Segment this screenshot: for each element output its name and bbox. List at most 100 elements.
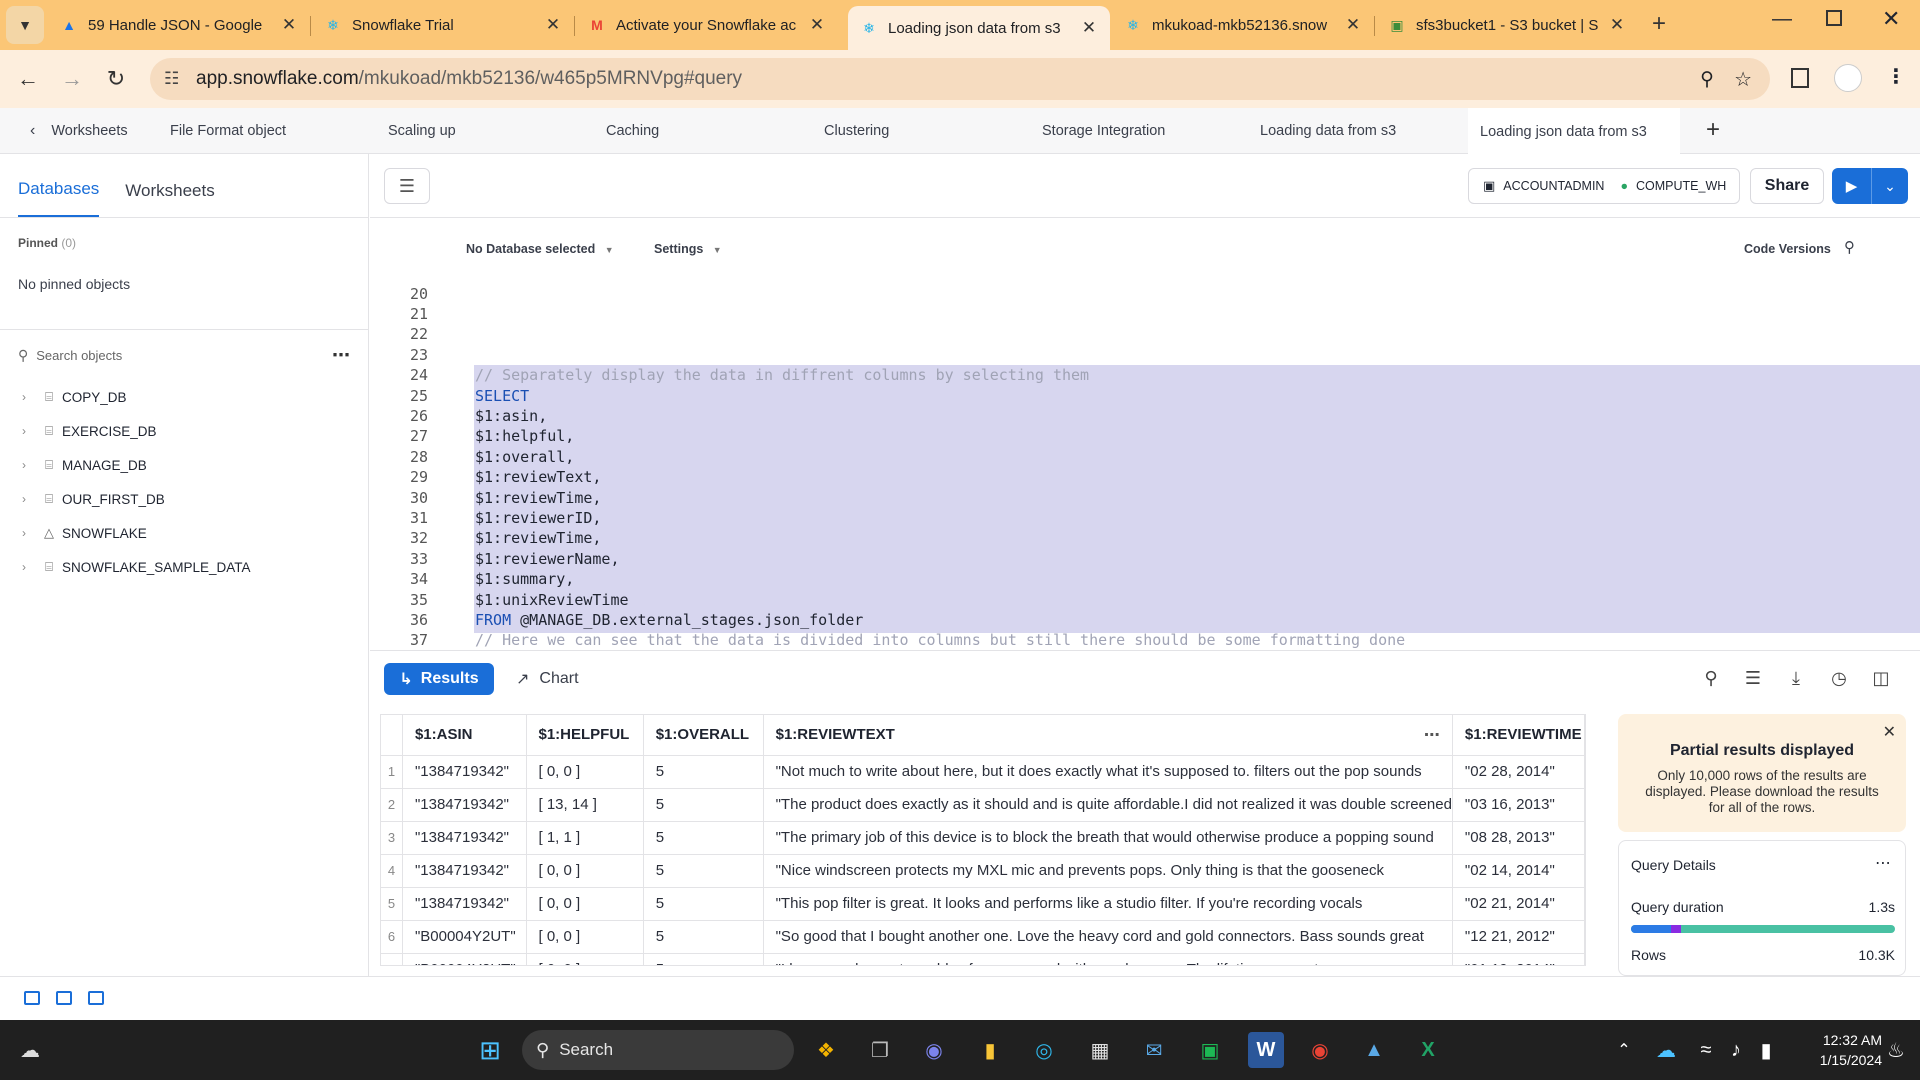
close-icon[interactable]: ✕ (1883, 722, 1896, 742)
table-row[interactable]: 1 "1384719342"[ 0, 0 ] 5 "Not much to write… (381, 755, 1585, 789)
worksheet-tab[interactable]: Loading data from s3 (1260, 108, 1396, 154)
tab-worksheets[interactable]: Worksheets (125, 181, 214, 217)
browser-tab[interactable]: ▲ 59 Handle JSON - Google ✕ (48, 7, 310, 43)
more-options-icon[interactable]: ⋯ (332, 345, 350, 366)
close-tab-icon[interactable]: ✕ (544, 15, 562, 35)
close-tab-icon[interactable]: ✕ (280, 15, 298, 35)
mail-icon[interactable]: ✉ (1136, 1032, 1172, 1068)
table-row[interactable]: 2 "1384719342"[ 13, 14 ] 5 "The product doe… (381, 788, 1585, 822)
worksheet-tab[interactable]: File Format object (170, 108, 286, 154)
bookmark-star-icon[interactable]: ☆ (1734, 67, 1752, 92)
add-worksheet-icon[interactable]: + (1706, 116, 1720, 144)
search-results-icon[interactable]: ⚲ (1698, 665, 1724, 691)
chevron-right-icon[interactable]: › (22, 458, 36, 472)
columns-icon[interactable]: ☰ (1740, 665, 1766, 691)
taskbar-search[interactable]: ⚲ Search (522, 1030, 794, 1070)
new-tab-icon[interactable]: + (1652, 10, 1666, 38)
store-icon[interactable]: ▦ (1082, 1032, 1118, 1068)
task-view-icon[interactable]: ❐ (862, 1032, 898, 1068)
start-menu-icon[interactable]: ⊞ (472, 1032, 508, 1068)
chevron-right-icon[interactable]: › (22, 560, 36, 574)
worksheet-tab[interactable]: Scaling up (388, 108, 456, 154)
close-tab-icon[interactable]: ✕ (1080, 18, 1098, 38)
chevron-right-icon[interactable]: › (22, 424, 36, 438)
history-icon[interactable]: ◷ (1826, 665, 1852, 691)
download-icon[interactable]: ⤓ (1783, 665, 1809, 691)
show-hidden-icons-icon[interactable]: ⌃ (1606, 1032, 1642, 1068)
close-window-icon[interactable]: ✕ (1882, 6, 1900, 32)
column-menu-icon[interactable]: ⋯ (1424, 725, 1440, 745)
worksheet-tab[interactable]: Loading json data from s3 (1468, 108, 1680, 154)
notification-bell-icon[interactable]: ♨ (1878, 1032, 1914, 1068)
browser-tab[interactable]: ❄ Loading json data from s3 ✕ (848, 6, 1110, 50)
sql-editor[interactable]: 20 21 22 23 24 // Separately display the data… (370, 282, 1920, 650)
database-selector[interactable]: No Database selected ▼ (466, 242, 614, 256)
restore-icon[interactable] (1826, 10, 1842, 26)
browser-menu-icon[interactable]: ⋮ (1886, 64, 1906, 89)
table-row[interactable]: 7"B00004Y2UT"[ 0, 0 ]5"I have used monst… (381, 953, 1585, 965)
filter-settings-button[interactable]: ☰ (384, 168, 430, 204)
toggle-panel-icon[interactable]: ◫ (1868, 665, 1894, 691)
code-versions-button[interactable]: Code Versions (1744, 242, 1831, 256)
role-warehouse-selector[interactable]: ▣ ACCOUNTADMIN ● COMPUTE_WH (1468, 168, 1740, 204)
tab-databases[interactable]: Databases (18, 179, 100, 217)
photos-icon[interactable]: ▲ (1356, 1032, 1392, 1068)
column-header[interactable]: $1:OVERALL (643, 715, 764, 756)
column-header[interactable]: $1:HELPFUL (526, 715, 644, 756)
copilot-icon[interactable]: ❖ (808, 1032, 844, 1068)
database-item[interactable]: › ⌸ MANAGE_DB (0, 448, 368, 482)
browser-tab[interactable]: ❄ Snowflake Trial ✕ (312, 7, 574, 43)
browser-tab[interactable]: M Activate your Snowflake ac ✕ (576, 7, 838, 43)
run-options-chevron-icon[interactable]: ⌄ (1872, 168, 1908, 204)
column-header[interactable]: $1:REVIEWTIME (1452, 715, 1585, 756)
worksheets-back-button[interactable]: ‹ Worksheets (30, 108, 128, 154)
worksheet-tab[interactable]: Clustering (824, 108, 889, 154)
database-item[interactable]: › ⌸ COPY_DB (0, 380, 368, 414)
browser-tab[interactable]: ▣ sfs3bucket1 - S3 bucket | S ✕ (1376, 7, 1638, 43)
results-tab[interactable]: ↳ Results (384, 663, 494, 695)
chevron-right-icon[interactable]: › (22, 390, 36, 404)
chevron-right-icon[interactable]: › (22, 492, 36, 506)
layout-left-icon[interactable] (24, 991, 40, 1005)
column-header[interactable]: $1:REVIEWTEXT ⋯ (763, 715, 1453, 756)
close-tab-icon[interactable]: ✕ (808, 15, 826, 35)
worksheet-tab[interactable]: Storage Integration (1042, 108, 1165, 154)
table-row[interactable]: 5 "1384719342"[ 0, 0 ] 5 "This pop filter i… (381, 887, 1585, 921)
battery-icon[interactable]: ▮ (1748, 1032, 1784, 1068)
results-grid[interactable]: $1:ASIN $1:HELPFUL $1:OVERALL $1:REVIEWTEXT… (380, 714, 1586, 966)
database-item[interactable]: › ⌸ OUR_FIRST_DB (0, 482, 368, 516)
browser-tab[interactable]: ❄ mkukoad-mkb52136.snow ✕ (1112, 7, 1374, 43)
chat-icon[interactable]: ▣ (1192, 1032, 1228, 1068)
reload-icon[interactable]: ↻ (96, 59, 136, 99)
database-item[interactable]: › ⌸ EXERCISE_DB (0, 414, 368, 448)
layout-top-icon[interactable] (56, 991, 72, 1005)
weather-icon[interactable]: ☁ (12, 1032, 48, 1068)
close-tab-icon[interactable]: ✕ (1608, 15, 1626, 35)
profile-avatar[interactable] (1834, 64, 1862, 92)
forward-arrow-icon[interactable]: → (52, 59, 92, 99)
chevron-right-icon[interactable]: › (22, 526, 36, 540)
worksheet-tab[interactable]: Caching (606, 108, 659, 154)
file-explorer-icon[interactable]: ▮ (972, 1032, 1008, 1068)
word-icon[interactable]: W (1248, 1032, 1284, 1068)
close-tab-icon[interactable]: ✕ (1344, 15, 1362, 35)
table-row[interactable]: 6 "B00004Y2UT"[ 0, 0 ] 5 "So good that I bo… (381, 920, 1585, 954)
layout-bottom-icon[interactable] (88, 991, 104, 1005)
zoom-icon[interactable]: ⚲ (1700, 68, 1714, 91)
share-button[interactable]: Share (1750, 168, 1824, 204)
search-objects[interactable]: ⚲ Search objects ⋯ (0, 330, 368, 380)
settings-selector[interactable]: Settings ▼ (654, 242, 722, 256)
site-settings-icon[interactable]: ☷ (164, 69, 179, 89)
minimize-icon[interactable]: — (1772, 8, 1792, 31)
database-item[interactable]: › ⌸ SNOWFLAKE_SAMPLE_DATA (0, 550, 368, 584)
search-icon[interactable]: ⚲ (1844, 238, 1855, 256)
system-clock[interactable]: 12:32 AM 1/15/2024 (1790, 1030, 1882, 1070)
run-button[interactable]: ▶ ⌄ (1832, 168, 1908, 204)
tab-search-button[interactable]: ▼ (6, 6, 44, 44)
table-row[interactable]: 4 "1384719342"[ 0, 0 ] 5 "Nice windscreen p… (381, 854, 1585, 888)
edge-icon[interactable]: ◎ (1026, 1032, 1062, 1068)
chrome-icon[interactable]: ◉ (1302, 1032, 1338, 1068)
table-row[interactable]: 3 "1384719342"[ 1, 1 ] 5 "The primary job o… (381, 821, 1585, 855)
more-options-icon[interactable]: ⋯ (1875, 853, 1891, 873)
teams-icon[interactable]: ◉ (916, 1032, 952, 1068)
